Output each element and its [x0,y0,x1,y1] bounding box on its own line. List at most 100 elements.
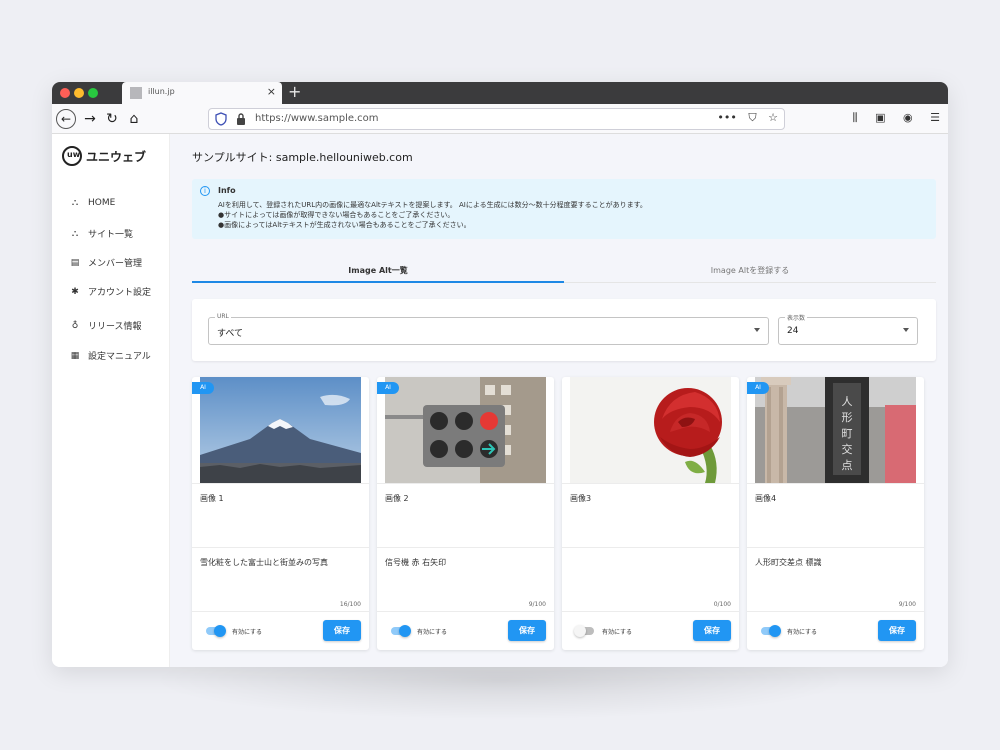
page-body: ユニウェブ ⛬ HOME ⛬ サイト一覧 ▤ メンバー管理 ✱ アカウント設定 … [52,134,948,667]
divider [192,547,369,548]
close-window-button[interactable] [60,88,70,98]
account-icon[interactable]: ◉ [903,111,913,124]
tab-close-icon[interactable]: × [267,85,276,99]
shield-icon [215,112,227,126]
sidebar-item-label: 設定マニュアル [88,352,151,362]
forward-button[interactable]: → [80,109,100,129]
info-line: ●画像によってはAltテキストが生成されない場合もあることをご了承ください。 [218,221,471,229]
sidebar-item-label: サイト一覧 [88,230,134,240]
divider [747,547,924,548]
save-button[interactable]: 保存 [323,620,361,641]
sidebar-item-manual[interactable]: ▦ 設定マニュアル [70,349,151,363]
sidebar-item-members[interactable]: ▤ メンバー管理 [70,256,143,270]
main-content: サンプルサイト: sample.hellouniweb.com i Info A… [170,134,948,667]
toggle-label: 有効にする [602,629,633,636]
maximize-window-button[interactable] [88,88,98,98]
caret-down-icon [754,328,760,332]
count-select-label: 表示数 [785,313,808,322]
card-title: 画像4 [755,494,777,503]
thumbnail-rose[interactable] [570,377,731,483]
thumbnail-traffic-light[interactable] [385,377,546,483]
menu-icon[interactable]: ☰ [930,111,940,124]
divider [377,611,554,612]
enable-toggle[interactable] [761,625,781,637]
logo[interactable]: ユニウェブ [62,146,146,166]
card-title: 画像 2 [385,494,409,503]
sidebar-item-release-info[interactable]: ♁ リリース情報 [70,319,142,333]
divider [562,483,739,484]
address-bar[interactable]: https://www.sample.com ••• ⛉ ☆ [208,108,785,130]
enable-toggle[interactable] [206,625,226,637]
sidebar-item-sites[interactable]: ⛬ サイト一覧 [70,227,134,241]
toggle-label: 有効にする [787,629,818,636]
toggle-label: 有効にする [232,629,263,636]
sidebar-toggle-icon[interactable]: ▣ [875,111,885,124]
sidebar-item-label: アカウント設定 [88,288,152,298]
url-select-value: すべて [217,329,244,339]
filter-panel: URL すべて 表示数 24 [192,299,936,361]
document-icon: ▦ [70,350,80,361]
lock-icon [237,113,245,125]
logo-mark-icon [62,146,82,166]
lightbulb-icon: ♁ [71,320,79,331]
svg-text:人: 人 [842,395,853,408]
sidebar-item-home[interactable]: ⛬ HOME [70,198,115,208]
svg-text:交: 交 [842,442,853,456]
info-icon: i [200,186,210,196]
info-line: AIを利用して、登録されたURL内の画像に最適なAltテキストを提案します。 A… [218,201,647,209]
svg-text:点: 点 [842,459,853,472]
divider [377,483,554,484]
count-select[interactable]: 表示数 24 [778,313,918,345]
bookmark-star-icon[interactable]: ☆ [768,111,778,124]
ai-badge: AI [192,382,214,394]
gear-icon: ✱ [71,286,79,297]
url-select[interactable]: URL すべて [208,313,769,345]
enable-toggle[interactable] [391,625,411,637]
page-title: サンプルサイト: sample.hellouniweb.com [192,151,413,164]
more-icon[interactable]: ••• [717,111,736,124]
save-button[interactable]: 保存 [693,620,731,641]
browser-tab[interactable]: illun.jp × [122,82,282,104]
home-button[interactable]: ⌂ [124,109,144,129]
divider [192,483,369,484]
tab-register-image-alt[interactable]: Image Altを登録する [564,265,936,276]
divider [562,611,739,612]
content-tabs: Image Alt一覧 Image Altを登録する [192,257,936,283]
char-count: 16/100 [339,601,361,608]
pocket-icon[interactable]: ⛉ [748,111,756,125]
alt-text-field[interactable]: 信号機 赤 右矢印 [385,557,446,568]
alt-text-field[interactable]: 人形町交差点 標識 [755,557,822,568]
char-count: 9/100 [528,601,546,608]
home-icon: ⛬ [71,198,79,208]
sidebar-item-label: リリース情報 [88,322,142,332]
save-button[interactable]: 保存 [508,620,546,641]
char-count: 0/100 [713,601,731,608]
favicon-icon [130,87,142,99]
logo-text: ユニウェブ [86,149,147,164]
reload-button[interactable]: ↻ [102,109,122,129]
sidebar-item-account-settings[interactable]: ✱ アカウント設定 [70,285,152,299]
image-card: 画像3 0/100 有効にする 保存 [562,377,739,650]
thumbnail-fuji[interactable] [200,377,361,483]
sidebar: ユニウェブ ⛬ HOME ⛬ サイト一覧 ▤ メンバー管理 ✱ アカウント設定 … [52,134,170,667]
enable-toggle[interactable] [574,625,594,637]
caret-down-icon [903,328,909,332]
id-card-icon: ▤ [70,257,80,268]
browser-window: illun.jp × + ← → ↻ ⌂ https://www.sample.… [52,82,948,667]
new-tab-button[interactable]: + [288,83,301,101]
tab-image-alt-list[interactable]: Image Alt一覧 [192,265,564,276]
save-button[interactable]: 保存 [878,620,916,641]
back-button[interactable]: ← [56,109,76,129]
sidebar-item-label: メンバー管理 [88,259,143,269]
card-title: 画像3 [570,494,592,503]
thumbnail-street-sign[interactable]: 人 形 町 交 点 [755,377,916,483]
url-text: https://www.sample.com [255,113,379,124]
library-icon[interactable]: ⫼ [853,111,858,125]
image-card: AI 画像 2 信号機 赤 右矢印 9/100 有効にする 保存 [377,377,554,650]
minimize-window-button[interactable] [74,88,84,98]
alt-text-field[interactable]: 雪化粧をした富士山と街並みの写真 [200,557,328,568]
toggle-label: 有効にする [417,629,448,636]
url-select-label: URL [215,313,231,320]
divider [192,611,369,612]
info-alert: i Info AIを利用して、登録されたURL内の画像に最適なAltテキストを提… [192,179,936,239]
